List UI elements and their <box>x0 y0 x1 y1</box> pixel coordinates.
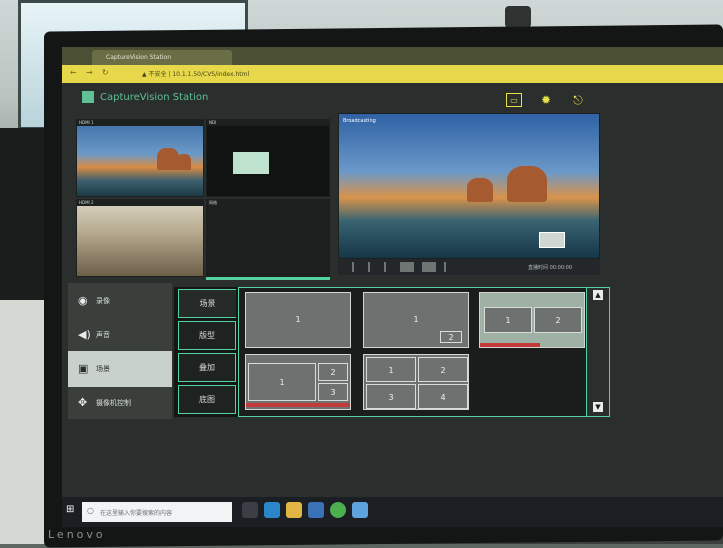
preview-label: NDI <box>207 120 329 126</box>
lower-third-bar <box>480 343 540 347</box>
pip-window <box>539 232 565 248</box>
layout-cell: 1 <box>484 307 532 333</box>
tab-layout[interactable]: 版型 <box>178 321 236 350</box>
scroll-down-icon[interactable]: ▼ <box>593 402 603 412</box>
tabs-column: 场景 版型 叠加 底图 <box>174 287 240 417</box>
store-icon[interactable] <box>308 502 324 518</box>
layout-cell: 3 <box>318 383 348 401</box>
ceiling-camera <box>505 6 531 28</box>
layout-cell: 1 <box>248 363 316 401</box>
chrome-icon[interactable] <box>330 502 346 518</box>
app-logo-icon <box>82 91 94 103</box>
edge-icon[interactable] <box>264 502 280 518</box>
preview-label: HDMI 1 <box>77 120 203 126</box>
monitor-icon[interactable]: ▭ <box>506 93 522 107</box>
preview-label: HDMI 2 <box>77 200 203 206</box>
program-preview[interactable]: Broadcasting <box>338 113 600 259</box>
search-placeholder: 在这里输入你要搜索的内容 <box>100 510 173 517</box>
layout-cell: 3 <box>366 384 416 409</box>
layout-cell: 1 <box>366 357 416 382</box>
layout-side-by-side[interactable]: 1 2 <box>479 292 585 348</box>
toolbar-control[interactable] <box>422 262 436 272</box>
nav-label: 录像 <box>96 297 110 305</box>
tab-scene[interactable]: 场景 <box>178 289 236 318</box>
preview-label: Broadcasting <box>343 118 376 124</box>
tab-background[interactable]: 底图 <box>178 385 236 414</box>
toolbar-control[interactable] <box>368 262 370 272</box>
preview-hdmi1[interactable]: HDMI 1 <box>76 119 204 197</box>
back-arrow-icon[interactable]: ← <box>70 68 77 77</box>
search-icon: ○ <box>87 506 94 515</box>
preview-ndi[interactable]: NDI <box>206 119 330 197</box>
taskbar-search-input[interactable]: ○ 在这里输入你要搜索的内容 <box>82 502 232 522</box>
browser-tab[interactable]: CaptureVision Station <box>92 50 232 65</box>
brand-label: Lenovo <box>48 528 106 541</box>
forward-arrow-icon[interactable]: → <box>86 68 93 77</box>
toolbar-control[interactable] <box>400 262 414 272</box>
layout-cell: 1 <box>295 315 301 324</box>
nav-label: 声音 <box>96 331 110 339</box>
toolbar-control[interactable] <box>384 262 386 272</box>
scene-icon: ▣ <box>78 362 89 375</box>
layout-cell: 2 <box>418 357 468 382</box>
layout-quad[interactable]: 1 2 3 4 <box>363 354 469 410</box>
left-nav: ◉ 录像 ◀) 声音 ▣ 场景 ✥ 摄像机控制 <box>68 283 172 419</box>
layout-pip[interactable]: 1 2 <box>363 292 469 348</box>
preview-hdmi2[interactable]: HDMI 2 <box>76 199 204 277</box>
player-toolbar: 直播时间 00:00:00 <box>338 259 600 275</box>
selection-bar <box>206 277 330 280</box>
task-view-icon[interactable] <box>242 502 258 518</box>
layout-one-plus-two[interactable]: 1 2 3 <box>245 354 351 410</box>
windows-start-icon[interactable]: ⊞ <box>66 505 76 515</box>
broadcast-timer: 直播时间 00:00:00 <box>528 265 573 271</box>
layout-cell: 2 <box>440 331 462 343</box>
toolbar-control[interactable] <box>352 262 354 272</box>
nav-label: 场景 <box>96 365 110 373</box>
speaker-icon: ◀) <box>78 328 91 341</box>
file-explorer-icon[interactable] <box>286 502 302 518</box>
gear-icon[interactable]: ✹ <box>538 93 554 107</box>
rock-shape <box>507 166 547 202</box>
rock-shape <box>157 148 179 170</box>
rock-shape <box>467 178 493 202</box>
screen: CaptureVision Station ← → ↻ ▲ 不安全 | 10.1… <box>62 47 723 527</box>
toolbar-control[interactable] <box>444 262 446 272</box>
nav-label: 摄像机控制 <box>96 399 131 407</box>
layout-cell: 2 <box>534 307 582 333</box>
app-icon[interactable] <box>352 502 368 518</box>
layout-single[interactable]: 1 <box>245 292 351 348</box>
layout-cell: 4 <box>418 384 468 409</box>
tab-overlay[interactable]: 叠加 <box>178 353 236 382</box>
nav-item-scene[interactable]: ▣ 场景 <box>68 351 172 387</box>
scene-layout-grid: 1 1 2 1 2 1 2 3 1 2 3 4 <box>238 287 610 417</box>
reload-icon[interactable]: ↻ <box>102 68 109 77</box>
preview-network[interactable]: 网络 <box>206 199 330 277</box>
record-icon: ◉ <box>78 294 88 307</box>
nav-item-audio[interactable]: ◀) 声音 <box>68 317 172 353</box>
projected-screen <box>233 152 269 174</box>
nav-item-record[interactable]: ◉ 录像 <box>68 283 172 319</box>
tab-title: CaptureVision Station <box>106 54 172 61</box>
scroll-up-icon[interactable]: ▲ <box>593 290 603 300</box>
camera-control-icon: ✥ <box>78 396 88 409</box>
rock-shape <box>177 154 191 170</box>
layout-cell: 2 <box>318 363 348 381</box>
exit-door-icon[interactable]: ⎋ <box>570 93 586 107</box>
nav-item-camera-control[interactable]: ✥ 摄像机控制 <box>68 385 172 421</box>
lower-third-bar <box>246 403 350 407</box>
preview-label: 网络 <box>207 200 329 206</box>
layout-scrollbar[interactable]: ▲ ▼ <box>586 287 610 417</box>
app-title: CaptureVision Station <box>100 92 209 103</box>
address-bar[interactable]: ▲ 不安全 | 10.1.1.50/CVS/index.html <box>142 69 422 80</box>
